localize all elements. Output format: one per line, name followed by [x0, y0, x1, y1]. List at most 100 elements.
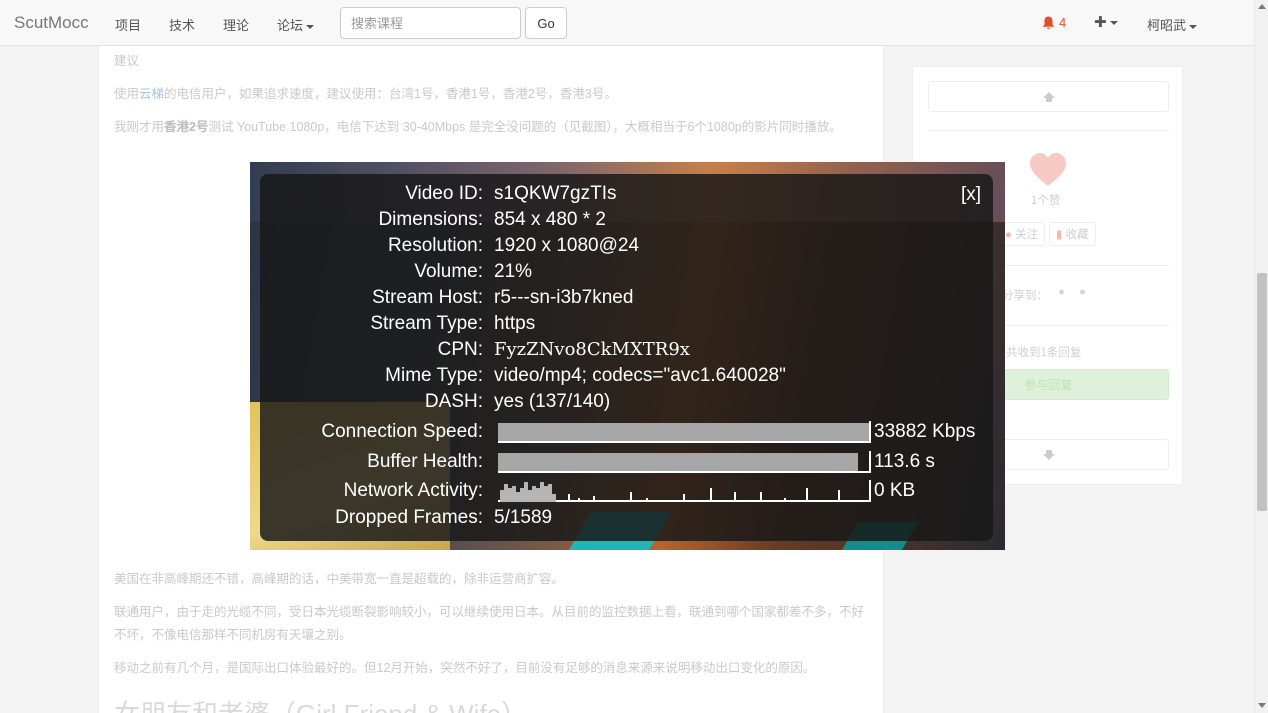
- activity-spike: [838, 490, 840, 502]
- activity-spike: [646, 498, 648, 502]
- stat-row-buffer-health: Buffer Health: 113.6 s: [260, 450, 993, 474]
- stat-label: Volume:: [414, 261, 483, 282]
- activity-spike: [710, 488, 712, 502]
- stat-value: https: [494, 313, 536, 334]
- heart-icon[interactable]: [1029, 153, 1067, 187]
- caret-down-icon: [1189, 24, 1198, 29]
- stat-row-resolution: Resolution: 1920 x 1080@24: [260, 234, 993, 258]
- page-scrollbar[interactable]: [1254, 0, 1268, 713]
- stat-value: 33882 Kbps: [874, 421, 976, 442]
- buffer-health-graph: [498, 451, 871, 473]
- activity-spike: [593, 496, 595, 502]
- stats-for-nerds-overlay: [x] Video ID: s1QKW7gzTIs Dimensions: 85…: [260, 174, 993, 541]
- stat-row-cpn: CPN: FyzZNvo8CkMXTR9x: [260, 338, 993, 362]
- scroll-up-arrow-icon[interactable]: [1258, 4, 1266, 9]
- follow-label: 关注: [1015, 229, 1039, 241]
- text-span: 测试 YouTube 1080p，电信下达到 30-40Mbps 是完全没问题的…: [208, 120, 842, 134]
- article-paragraph: 联通用户，由于走的光缆不同，受日本光缆断裂影响较小，可以继续使用日本。从目前的监…: [114, 605, 865, 642]
- text-span: 的电信用户，如果追求速度，建议使用：台湾1号，香港1号，香港2号，香港3号。: [164, 87, 617, 101]
- article-paragraph: 使用云梯的电信用户，如果追求速度，建议使用：台湾1号，香港1号，香港2号，香港3…: [114, 83, 874, 106]
- plus-icon: ✚: [1094, 14, 1107, 31]
- search-go-button[interactable]: Go: [525, 7, 567, 39]
- stat-row-video-id: Video ID: s1QKW7gzTIs: [260, 182, 993, 206]
- article-paragraph: 我刚才用香港2号测试 YouTube 1080p，电信下达到 30-40Mbps…: [114, 116, 874, 139]
- stat-label: Dimensions:: [378, 209, 483, 230]
- text-span: 我刚才用: [114, 120, 165, 134]
- stat-value: FyzZNvo8CkMXTR9x: [494, 339, 690, 360]
- activity-spike: [552, 494, 556, 502]
- stat-value: 113.6 s: [874, 451, 935, 472]
- brand-logo[interactable]: ScutMocc: [14, 13, 89, 33]
- stat-value: 5/1589: [494, 507, 553, 528]
- stat-label: Resolution:: [387, 235, 483, 256]
- stat-row-dash: DASH: yes (137/140): [260, 390, 993, 414]
- stat-label: DASH:: [424, 391, 483, 412]
- like-count: 1个赞: [1031, 195, 1061, 207]
- bold-text: 香港2号: [164, 120, 209, 134]
- stat-label: CPN:: [437, 339, 483, 360]
- stat-row-dropped-frames: Dropped Frames: 5/1589: [260, 506, 993, 530]
- favorite-button[interactable]: ▮ 收藏: [1049, 222, 1096, 246]
- notification-count: 4: [1059, 15, 1067, 30]
- graph-baseline: [498, 441, 869, 443]
- article-link[interactable]: 云梯: [139, 87, 164, 101]
- follow-button[interactable]: ● 关注: [998, 222, 1046, 246]
- arrow-up-icon: [1042, 91, 1055, 102]
- scroll-up-button[interactable]: [928, 81, 1169, 112]
- notification-button[interactable]: 4: [1042, 15, 1066, 30]
- stat-label: Buffer Health:: [367, 451, 483, 472]
- stat-value: 1920 x 1080@24: [494, 235, 640, 256]
- graph-baseline: [498, 471, 869, 473]
- stat-row-mime-type: Mime Type: video/mp4; codecs="avc1.64002…: [260, 364, 993, 388]
- article-paragraph: 建议: [114, 54, 140, 68]
- activity-spike: [760, 492, 762, 502]
- forum-label: 论坛: [277, 18, 304, 33]
- stat-row-stream-type: Stream Type: https: [260, 312, 993, 336]
- stat-label: Network Activity:: [343, 480, 483, 501]
- connection-speed-graph: [498, 421, 871, 443]
- stat-label: Stream Host:: [372, 287, 483, 308]
- bookmark-icon: ▮: [1056, 229, 1063, 241]
- activity-spike: [568, 494, 570, 502]
- stat-row-dimensions: Dimensions: 854 x 480 * 2: [260, 208, 993, 232]
- nav-link-projects[interactable]: 项目: [115, 15, 141, 34]
- stat-value: 854 x 480 * 2: [494, 209, 606, 230]
- text-span: 使用: [114, 87, 140, 101]
- wechat-icon[interactable]: ●: [1079, 286, 1086, 298]
- reply-count: 共收到1条回复: [1006, 347, 1082, 359]
- stat-row-stream-host: Stream Host: r5---sn-i3b7kned: [260, 286, 993, 310]
- activity-spike: [630, 492, 632, 502]
- add-menu-dropdown[interactable]: ✚: [1094, 13, 1118, 31]
- caret-down-icon: [1109, 21, 1118, 26]
- caret-down-icon: [306, 24, 315, 29]
- section-heading: 女朋友和老婆（Girl Friend & Wife）: [114, 694, 527, 713]
- activity-spike: [784, 498, 786, 502]
- arrow-down-icon: [1042, 449, 1055, 460]
- scroll-down-arrow-icon[interactable]: [1258, 703, 1266, 708]
- eye-icon: ●: [1005, 229, 1012, 241]
- stat-row-network-activity: Network Activity: 0 KB: [260, 479, 993, 503]
- stat-label: Mime Type:: [385, 365, 483, 386]
- stat-label: Dropped Frames:: [335, 507, 483, 528]
- nav-link-tech[interactable]: 技术: [169, 15, 195, 34]
- stat-value: yes (137/140): [494, 391, 611, 412]
- stat-row-connection-speed: Connection Speed: 33882 Kbps: [260, 420, 993, 444]
- nav-forum-dropdown[interactable]: 论坛: [277, 15, 315, 34]
- stat-value: s1QKW7gzTIs: [494, 183, 617, 204]
- network-activity-graph: [498, 480, 871, 502]
- top-navbar: ScutMocc 项目 技术 理论 论坛 Go 4 ✚ 柯昭武: [0, 0, 1254, 46]
- stat-value: r5---sn-i3b7kned: [494, 287, 634, 308]
- stat-label: Connection Speed:: [321, 421, 483, 442]
- stat-value: video/mp4; codecs="avc1.640028": [494, 365, 786, 386]
- article-paragraph: 移动之前有几个月，是国际出口体验最好的。但12月开始，突然不好了，目前没有足够的…: [114, 661, 816, 675]
- nav-link-theory[interactable]: 理论: [223, 15, 249, 34]
- stat-row-volume: Volume: 21%: [260, 260, 993, 284]
- divider: [928, 130, 1169, 131]
- user-menu-dropdown[interactable]: 柯昭武: [1147, 15, 1198, 34]
- search-input[interactable]: [340, 7, 521, 39]
- article-paragraph: 美国在非高峰期还不错，高峰期的话，中美带宽一直是超载的，除非运营商扩容。: [114, 572, 565, 586]
- scroll-thumb[interactable]: [1257, 273, 1267, 511]
- activity-spike: [683, 494, 685, 502]
- bell-share-icon[interactable]: ●: [1058, 286, 1065, 298]
- activity-spike: [806, 488, 808, 502]
